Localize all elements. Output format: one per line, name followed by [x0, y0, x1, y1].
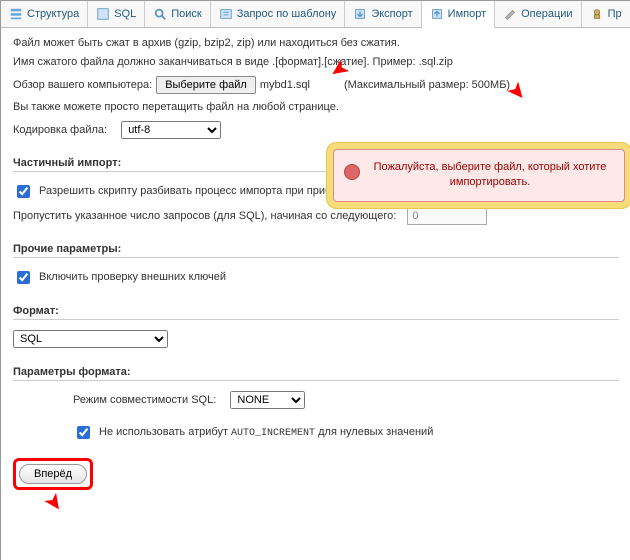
skip-queries-label: Пропустить указанное число запросов (для…	[13, 210, 396, 222]
tab-query[interactable]: Запрос по шаблону	[211, 1, 346, 27]
allow-split-checkbox[interactable]	[17, 185, 30, 198]
tab-label: SQL	[114, 8, 136, 20]
tab-label: Импорт	[448, 8, 486, 20]
intro-line1: Файл может быть сжат в архив (gzip, bzip…	[13, 36, 619, 51]
compat-mode-select[interactable]: NONE	[230, 391, 305, 409]
tab-label: Запрос по шаблону	[237, 8, 337, 20]
error-icon	[344, 164, 360, 180]
error-text: Пожалуйста, выберите файл, который хотит…	[374, 161, 607, 188]
format-params-title: Параметры формата:	[13, 366, 619, 381]
query-icon	[219, 7, 233, 21]
tab-label: Операции	[521, 8, 572, 20]
privileges-icon	[590, 7, 604, 21]
format-title: Формат:	[13, 305, 619, 320]
structure-icon	[9, 7, 23, 21]
max-size-label: (Максимальный размер: 500МБ)	[344, 79, 510, 91]
no-autoincrement-checkbox[interactable]	[77, 426, 90, 439]
import-icon	[430, 7, 444, 21]
tab-structure[interactable]: Структура	[1, 1, 88, 27]
intro-line2: Имя сжатого файла должно заканчиваться в…	[13, 55, 619, 70]
search-icon	[153, 7, 167, 21]
export-icon	[353, 7, 367, 21]
choose-file-button[interactable]: Выберите файл	[156, 76, 256, 94]
tab-search[interactable]: Поиск	[145, 1, 210, 27]
operations-icon	[503, 7, 517, 21]
fk-check-label: Включить проверку внешних ключей	[39, 271, 226, 283]
allow-split-label: Разрешить скрипту разбивать процесс импо…	[39, 185, 343, 197]
tab-label: Поиск	[171, 8, 201, 20]
encoding-select[interactable]: utf-8	[121, 121, 221, 139]
encoding-label: Кодировка файла:	[13, 124, 107, 136]
go-button[interactable]: Вперёд	[19, 464, 87, 484]
tab-label: Пр	[608, 8, 622, 20]
tab-label: Структура	[27, 8, 79, 20]
format-select[interactable]: SQL	[13, 330, 168, 348]
tab-label: Экспорт	[371, 8, 412, 20]
error-notice: Пожалуйста, выберите файл, который хотит…	[333, 149, 625, 202]
tab-privileges[interactable]: Пр	[582, 1, 630, 27]
tab-sql[interactable]: SQL	[88, 1, 145, 27]
go-highlight: Вперёд	[13, 458, 93, 490]
browse-label: Обзор вашего компьютера:	[13, 79, 152, 91]
tab-import[interactable]: Импорт	[422, 1, 495, 28]
top-tabs: Структура SQL Поиск Запрос по шаблону Эк…	[1, 1, 630, 28]
chosen-filename: mybd1.sql	[260, 79, 310, 91]
fk-check-checkbox[interactable]	[17, 271, 30, 284]
compat-mode-label: Режим совместимости SQL:	[73, 394, 216, 406]
tab-operations[interactable]: Операции	[495, 1, 581, 27]
no-autoincrement-label: Не использовать атрибут AUTO_INCREMENT д…	[99, 426, 433, 439]
sql-icon	[96, 7, 110, 21]
drag-hint: Вы также можете просто перетащить файл н…	[13, 100, 619, 115]
skip-queries-input[interactable]	[407, 207, 487, 225]
tab-export[interactable]: Экспорт	[345, 1, 421, 27]
other-params-title: Прочие параметры:	[13, 243, 619, 258]
